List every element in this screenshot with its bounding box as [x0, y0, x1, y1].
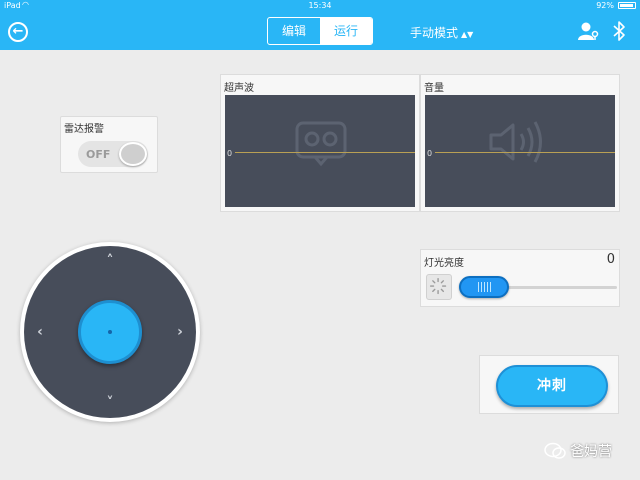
joystick-pad[interactable]: ˄ ˅ ‹ ›: [24, 246, 196, 418]
sort-arrows-icon: ▲▼: [461, 30, 474, 39]
back-icon[interactable]: ←: [8, 22, 28, 42]
brightness-icon: [426, 274, 452, 300]
wechat-icon: [544, 442, 566, 459]
ultrasonic-card: 超声波 0: [220, 74, 420, 212]
volume-graph: 0: [425, 95, 615, 207]
light-brightness-value: 0: [606, 252, 615, 267]
light-brightness-title: 灯光亮度: [424, 258, 464, 269]
status-bar: iPad ◠ 15:34 92%: [0, 0, 640, 12]
joystick-center-dot: [108, 330, 112, 334]
mode-label: 手动模式: [410, 26, 459, 40]
ultrasonic-baseline: [235, 152, 415, 153]
toggle-knob[interactable]: [119, 142, 147, 166]
volume-zero-label: 0: [427, 149, 433, 158]
joystick[interactable]: ˄ ˅ ‹ ›: [20, 242, 200, 422]
top-nav-bar: ← 编辑 运行 手动模式 ▲▼: [0, 12, 640, 50]
battery-icon: [618, 2, 636, 9]
radar-alarm-title: 雷达报警: [64, 124, 104, 135]
radar-alarm-toggle[interactable]: OFF: [78, 141, 148, 167]
radar-alarm-card: 雷达报警 OFF: [60, 116, 158, 173]
tab-run[interactable]: 运行: [320, 18, 372, 44]
mode-selector[interactable]: 手动模式 ▲▼: [410, 24, 473, 41]
toggle-state-label: OFF: [86, 148, 111, 161]
sprint-button[interactable]: 冲刺: [496, 365, 608, 407]
light-brightness-card: 灯光亮度 0: [420, 249, 620, 307]
watermark-text: 爸妈营: [570, 444, 612, 460]
volume-title: 音量: [424, 83, 444, 94]
battery-percent: 92%: [596, 1, 614, 10]
chevron-left-icon: ‹: [37, 324, 43, 340]
ultrasonic-zero-label: 0: [227, 149, 233, 158]
ultrasonic-graph: 0: [225, 95, 415, 207]
sprint-card: 冲刺: [479, 355, 619, 414]
chevron-up-icon: ˄: [106, 253, 114, 269]
status-right: 92%: [596, 1, 636, 10]
volume-baseline: [435, 152, 615, 153]
mode-segmented-control: 编辑 运行: [267, 17, 373, 45]
bluetooth-icon[interactable]: [612, 20, 626, 42]
tab-edit[interactable]: 编辑: [268, 18, 320, 44]
chevron-right-icon: ›: [177, 324, 183, 340]
ultrasonic-icon: [295, 121, 347, 167]
volume-card: 音量 0: [420, 74, 620, 212]
status-time: 15:34: [308, 1, 332, 10]
user-icon[interactable]: [578, 21, 600, 41]
ultrasonic-title: 超声波: [224, 83, 254, 94]
speaker-icon: [489, 121, 542, 163]
brightness-slider-thumb[interactable]: [459, 276, 509, 298]
chevron-down-icon: ˅: [106, 395, 114, 411]
watermark: 爸妈营: [544, 441, 612, 461]
joystick-knob[interactable]: [78, 300, 142, 364]
